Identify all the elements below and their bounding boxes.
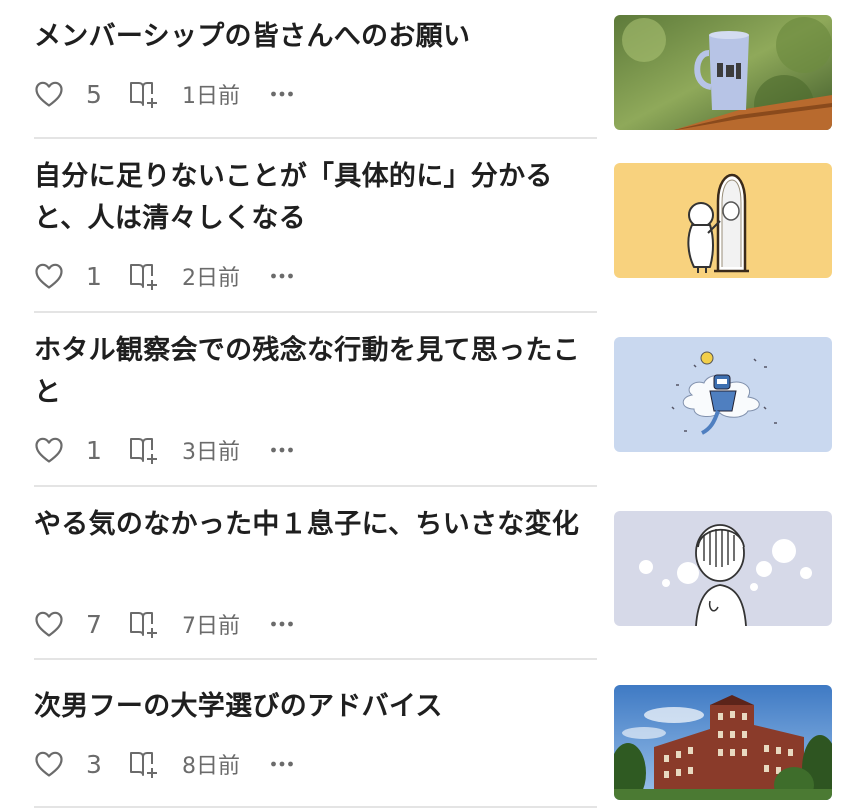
like-count: 5 [86, 79, 102, 109]
university-building-photo-icon [614, 685, 832, 800]
boy-bubbles-illustration-icon [614, 511, 832, 626]
publish-date: 7日前 [182, 614, 240, 639]
article-meta: 7 7日前 [34, 608, 294, 640]
save-to-magazine-button[interactable] [128, 749, 160, 779]
more-horizontal-icon [270, 620, 294, 628]
book-add-icon [128, 749, 160, 779]
article-thumbnail[interactable] [614, 685, 832, 800]
divider [34, 485, 597, 487]
more-options-button[interactable] [270, 446, 294, 454]
more-options-button[interactable] [270, 272, 294, 280]
book-add-icon [128, 79, 160, 109]
save-to-magazine-button[interactable] [128, 435, 160, 465]
like-button[interactable] [34, 610, 64, 638]
publish-date: 1日前 [182, 84, 240, 109]
divider [34, 311, 597, 313]
article-meta: 1 3日前 [34, 434, 294, 466]
like-button[interactable] [34, 262, 64, 290]
article-meta: 5 1日前 [34, 78, 294, 110]
article-title[interactable]: やる気のなかった中１息子に、ちいさな変化 [34, 504, 596, 546]
more-options-button[interactable] [270, 620, 294, 628]
more-horizontal-icon [270, 760, 294, 768]
publish-date: 3日前 [182, 440, 240, 465]
article-thumbnail[interactable] [614, 163, 832, 278]
cloud-robot-illustration-icon [614, 337, 832, 452]
article-feed: メンバーシップの皆さんへのお願い 5 1日前 自分に足りないことが「具体的に」分… [0, 0, 864, 811]
save-to-magazine-button[interactable] [128, 79, 160, 109]
heart-outline-icon [34, 262, 64, 290]
more-horizontal-icon [270, 446, 294, 454]
article-meta: 3 8日前 [34, 748, 294, 780]
like-button[interactable] [34, 750, 64, 778]
article-meta: 1 2日前 [34, 260, 294, 292]
article-thumbnail[interactable] [614, 511, 832, 626]
more-options-button[interactable] [270, 90, 294, 98]
divider [34, 806, 597, 808]
publish-date: 2日前 [182, 266, 240, 291]
heart-outline-icon [34, 436, 64, 464]
article-title[interactable]: メンバーシップの皆さんへのお願い [34, 16, 596, 58]
heart-outline-icon [34, 610, 64, 638]
book-add-icon [128, 609, 160, 639]
like-button[interactable] [34, 80, 64, 108]
article-title[interactable]: ホタル観察会での残念な行動を見て思ったこと [34, 330, 596, 414]
more-horizontal-icon [270, 90, 294, 98]
article-thumbnail[interactable] [614, 15, 832, 130]
more-horizontal-icon [270, 272, 294, 280]
publish-date: 8日前 [182, 754, 240, 779]
heart-outline-icon [34, 80, 64, 108]
like-count: 1 [86, 435, 102, 465]
like-count: 1 [86, 261, 102, 291]
divider [34, 137, 597, 139]
heart-outline-icon [34, 750, 64, 778]
like-count: 7 [86, 609, 102, 639]
article-title[interactable]: 自分に足りないことが「具体的に」分かると、人は清々しくなる [34, 156, 596, 240]
mug-photo-icon [614, 15, 832, 130]
save-to-magazine-button[interactable] [128, 261, 160, 291]
book-add-icon [128, 435, 160, 465]
more-options-button[interactable] [270, 760, 294, 768]
like-count: 3 [86, 749, 102, 779]
like-button[interactable] [34, 436, 64, 464]
article-title[interactable]: 次男フーの大学選びのアドバイス [34, 686, 596, 728]
mirror-illustration-icon [614, 163, 832, 278]
divider [34, 658, 597, 660]
book-add-icon [128, 261, 160, 291]
article-thumbnail[interactable] [614, 337, 832, 452]
save-to-magazine-button[interactable] [128, 609, 160, 639]
